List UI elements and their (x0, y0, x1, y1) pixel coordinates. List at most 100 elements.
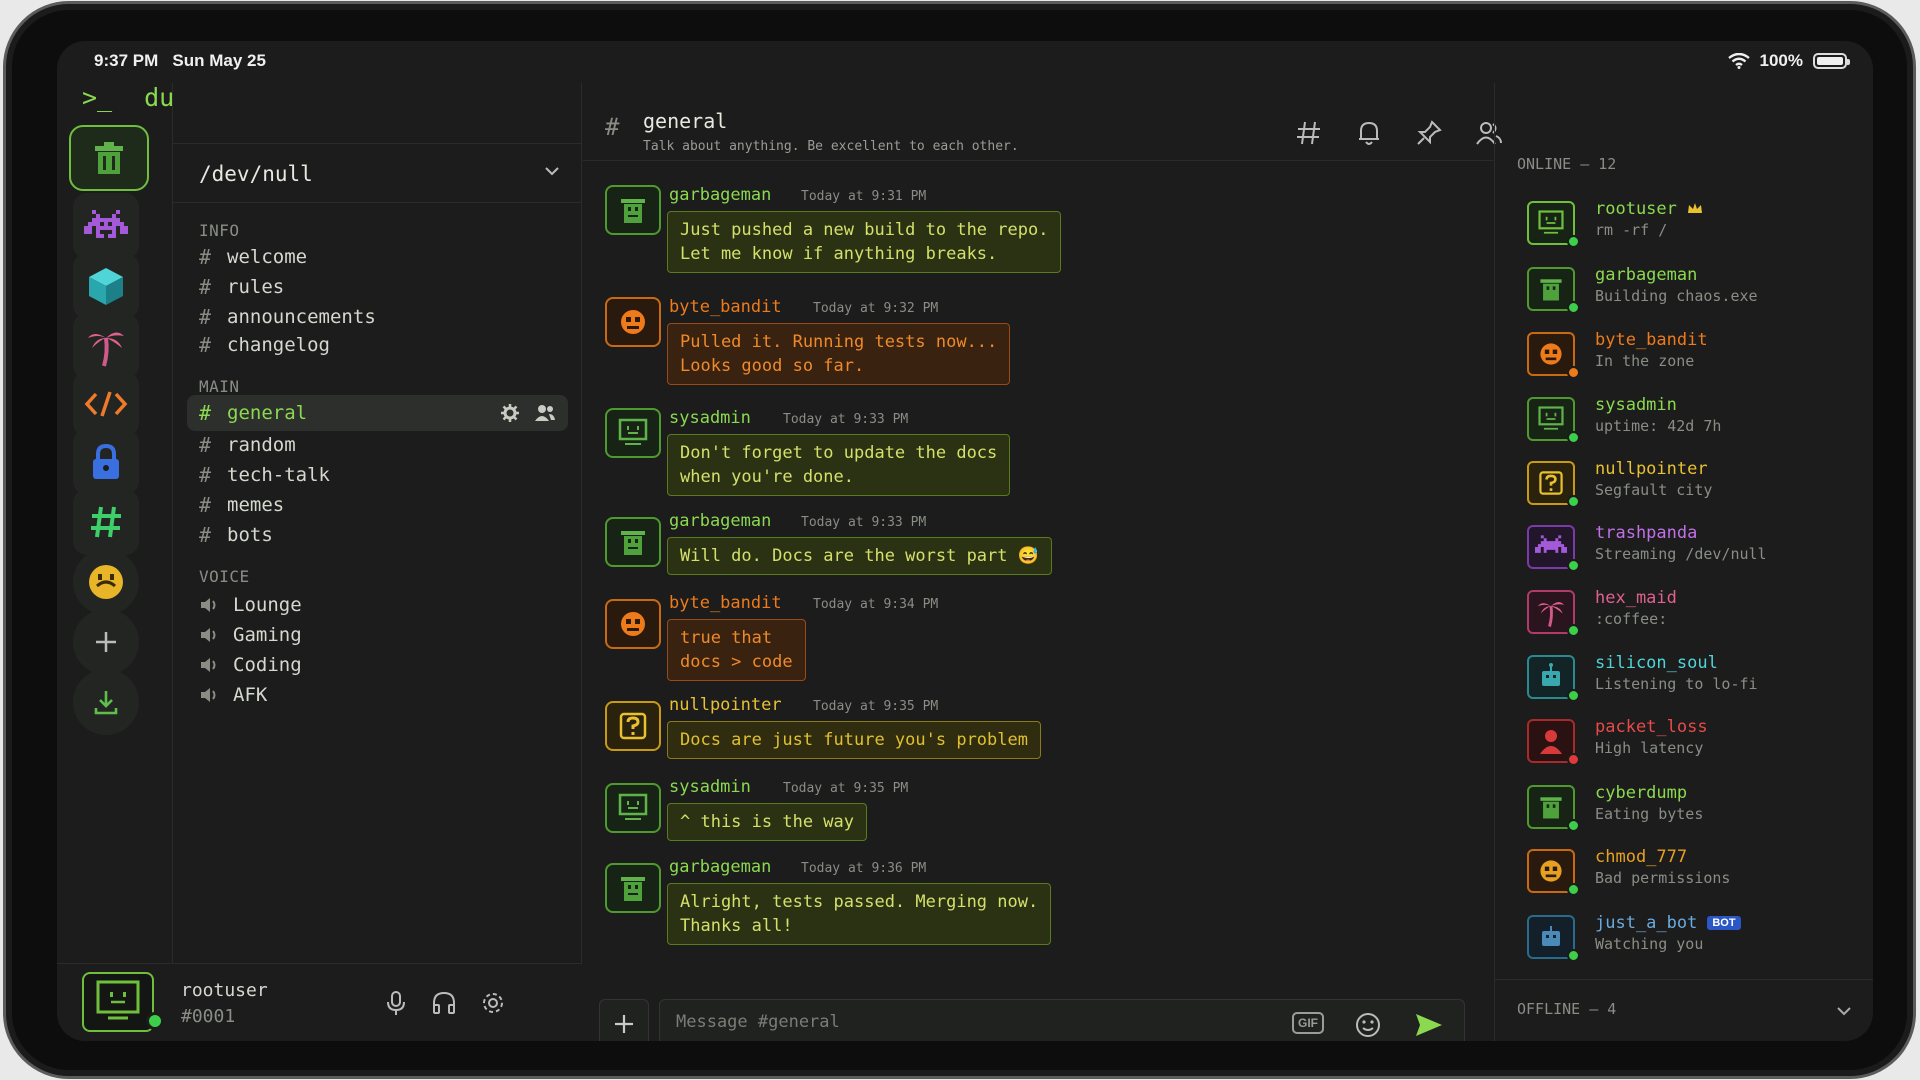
monitor-face-icon (1538, 210, 1564, 234)
message-timestamp: Today at 9:33 PM (783, 412, 909, 427)
message-author[interactable]: byte_bandit (669, 297, 782, 317)
member-status: rm -rf / (1595, 221, 1668, 239)
download-apps-button[interactable] (73, 669, 139, 735)
message-author[interactable]: nullpointer (669, 695, 782, 715)
member-name: sysadmin (1595, 395, 1677, 415)
member-item[interactable]: garbageman Building chaos.exe (1515, 265, 1855, 321)
monitor-face-icon (96, 980, 140, 1020)
avatar[interactable] (82, 972, 154, 1032)
online-status-dot (1567, 495, 1580, 508)
message-author[interactable]: garbageman (669, 185, 771, 205)
server-header[interactable]: /dev/null (173, 143, 581, 203)
member-item[interactable]: silicon_soul Listening to lo-fi (1515, 653, 1855, 709)
message-text: true that docs > code (667, 619, 806, 681)
pin-icon[interactable] (1415, 119, 1443, 147)
online-status-dot (1567, 689, 1580, 702)
status-time: 9:37 PM Sun May 25 (94, 51, 266, 70)
server-palm[interactable] (73, 313, 139, 379)
palm-tree-icon (88, 332, 124, 367)
add-server-button[interactable] (73, 609, 139, 675)
trash-icon (1540, 797, 1562, 819)
message-author[interactable]: garbageman (669, 511, 771, 531)
hashtag-icon (91, 506, 121, 538)
offline-header: OFFLINE — 4 (1517, 1000, 1617, 1018)
robot-face-icon (1540, 860, 1562, 882)
member-name: silicon_soul (1595, 653, 1718, 673)
settings-gear-icon[interactable] (480, 990, 506, 1016)
robot-icon (1542, 926, 1560, 946)
speaker-icon (201, 598, 216, 612)
gear-icon[interactable] (500, 403, 520, 423)
chevron-down-icon (545, 167, 559, 176)
member-status: uptime: 42d 7h (1595, 417, 1722, 435)
headphones-icon[interactable] (431, 990, 457, 1016)
microphone-icon[interactable] (383, 990, 409, 1016)
avatar[interactable] (605, 599, 661, 649)
palm-tree-icon (1537, 602, 1565, 627)
server-code[interactable] (73, 371, 139, 437)
server-hashtag[interactable] (73, 489, 139, 555)
online-status-dot (146, 1012, 164, 1030)
member-item[interactable]: packet_loss High latency (1515, 717, 1855, 773)
channel-label: welcome (227, 246, 308, 268)
channel-label: memes (227, 494, 285, 516)
offline-section[interactable]: OFFLINE — 4 (1495, 979, 1873, 1041)
message-input[interactable] (676, 1012, 1256, 1032)
message-author[interactable]: garbageman (669, 857, 771, 877)
server-dumpster[interactable] (69, 125, 149, 191)
avatar[interactable] (605, 185, 661, 235)
member-status: Bad permissions (1595, 869, 1731, 887)
gif-button[interactable]: GIF (1292, 1012, 1324, 1034)
online-status-dot (1567, 949, 1580, 962)
message-author[interactable]: sysadmin (669, 777, 751, 797)
emoji-icon[interactable] (1354, 1011, 1382, 1039)
message-text: Don't forget to update the docs when you… (667, 434, 1011, 496)
members-icon[interactable] (534, 403, 556, 423)
channel-label: rules (227, 276, 285, 298)
member-status: Listening to lo-fi (1595, 675, 1758, 693)
member-item[interactable]: nullpointer Segfault city (1515, 459, 1855, 515)
bell-icon[interactable] (1355, 119, 1383, 147)
server-smiley[interactable] (73, 549, 139, 615)
server-space-invader[interactable] (73, 193, 139, 259)
avatar[interactable] (605, 863, 661, 913)
attach-button[interactable] (599, 999, 649, 1041)
server-rail (57, 83, 173, 963)
hash-icon: # (199, 463, 212, 487)
channel-general[interactable]: # general (187, 395, 568, 431)
hash-icon: # (199, 245, 212, 269)
message-author[interactable]: byte_bandit (669, 593, 782, 613)
threads-hashtag-icon[interactable] (1295, 119, 1323, 147)
status-bar: 9:37 PM Sun May 25 100% (57, 41, 1873, 83)
channel-changelog[interactable]: # changelog (187, 327, 568, 363)
send-icon[interactable] (1414, 1012, 1444, 1038)
message-composer: GIF (599, 999, 1475, 1041)
monitor-face-icon (1538, 406, 1564, 430)
member-item[interactable]: chmod_777 Bad permissions (1515, 847, 1855, 903)
member-item[interactable]: trashpanda Streaming /dev/null (1515, 523, 1855, 579)
member-item[interactable]: byte_bandit In the zone (1515, 330, 1855, 386)
channel-bots[interactable]: # bots (187, 517, 568, 553)
member-item[interactable]: hex_maid :coffee: (1515, 588, 1855, 644)
avatar[interactable] (605, 517, 661, 567)
avatar[interactable] (605, 408, 661, 458)
message-author[interactable]: sysadmin (669, 408, 751, 428)
member-item[interactable]: sysadmin uptime: 42d 7h (1515, 395, 1855, 451)
bot-badge: BOT (1707, 916, 1741, 930)
avatar[interactable] (605, 701, 661, 751)
member-item[interactable]: rootuser rm -rf / (1515, 199, 1855, 255)
member-name: cyberdump (1595, 783, 1688, 803)
robot-face-icon (621, 310, 645, 334)
idle-status-dot (1567, 366, 1580, 379)
server-lock[interactable] (73, 429, 139, 495)
voice-channel-afk[interactable]: AFK (187, 677, 568, 713)
avatar[interactable] (605, 297, 661, 347)
status-right: 100% (1727, 51, 1850, 71)
member-item[interactable]: just_a_bot BOT Watching you (1515, 913, 1855, 969)
server-name: /dev/null (199, 162, 313, 186)
member-item[interactable]: cyberdump Eating bytes (1515, 783, 1855, 839)
current-user-tag: #0001 (181, 1006, 236, 1027)
channel-label: AFK (233, 684, 268, 706)
avatar[interactable] (605, 783, 661, 833)
server-cube[interactable] (73, 253, 139, 319)
